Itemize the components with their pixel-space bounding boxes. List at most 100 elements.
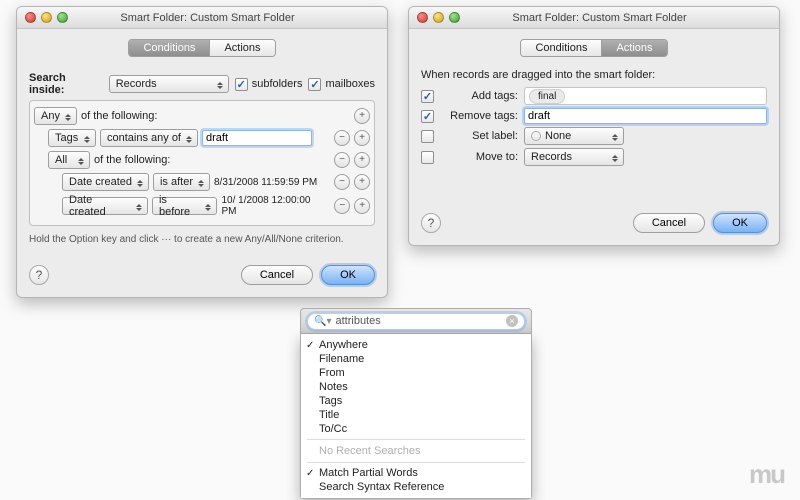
- subfolders-checkbox[interactable]: subfolders: [235, 78, 303, 91]
- watermark: mu: [749, 459, 784, 490]
- no-recent-searches: No Recent Searches: [301, 443, 531, 459]
- rules-container: Any of the following: + Tags contains an…: [29, 100, 375, 226]
- tab-actions[interactable]: Actions: [209, 40, 274, 56]
- search-scope-select[interactable]: Records: [109, 75, 229, 93]
- menu-divider: [307, 439, 525, 440]
- subfolders-label: subfolders: [252, 78, 303, 90]
- minimize-icon[interactable]: [433, 12, 444, 23]
- remove-rule-button[interactable]: −: [334, 174, 350, 190]
- move-to-checkbox[interactable]: [421, 151, 434, 164]
- rule-attr-date-select[interactable]: Date created: [62, 197, 148, 215]
- set-label-select[interactable]: None: [524, 127, 624, 145]
- group-any-select[interactable]: Any: [34, 107, 77, 125]
- menu-divider: [307, 462, 525, 463]
- rule-attr-tags-select[interactable]: Tags: [48, 129, 96, 147]
- add-tags-checkbox[interactable]: [421, 90, 434, 103]
- add-rule-button[interactable]: +: [354, 198, 370, 214]
- rule-value-tags-input[interactable]: [202, 130, 312, 146]
- remove-tags-checkbox[interactable]: [421, 110, 434, 123]
- window-title: Smart Folder: Custom Smart Folder: [68, 12, 387, 24]
- add-rule-button[interactable]: +: [354, 130, 370, 146]
- chevron-updown-icon: [610, 130, 620, 144]
- tab-conditions[interactable]: Conditions: [129, 40, 209, 56]
- scope-item-notes[interactable]: Notes: [301, 380, 531, 394]
- rule-date-after-value[interactable]: 8/31/2008 11:59:59 PM: [214, 177, 317, 188]
- scope-item-tocc[interactable]: To/Cc: [301, 422, 531, 436]
- rule-op-before-select[interactable]: is before: [152, 197, 218, 215]
- tab-conditions[interactable]: Conditions: [521, 40, 601, 56]
- set-label-checkbox[interactable]: [421, 130, 434, 143]
- ok-button[interactable]: OK: [713, 213, 767, 233]
- search-toolbar: 🔍▾ attributes ×: [300, 308, 532, 334]
- remove-tags-label: Remove tags:: [440, 110, 518, 122]
- chevron-updown-icon: [610, 151, 620, 165]
- close-icon[interactable]: [417, 12, 428, 23]
- search-icon: 🔍▾: [314, 316, 331, 327]
- label-color-swatch-icon: [531, 131, 541, 141]
- close-icon[interactable]: [25, 12, 36, 23]
- smart-folder-actions-window: Smart Folder: Custom Smart Folder Condit…: [408, 6, 780, 246]
- chevron-updown-icon: [63, 110, 73, 124]
- search-query: attributes: [335, 315, 380, 327]
- scope-item-anywhere[interactable]: Anywhere: [301, 338, 531, 352]
- rule-op-after-select[interactable]: is after: [153, 173, 210, 191]
- tab-actions[interactable]: Actions: [601, 40, 666, 56]
- chevron-updown-icon: [135, 176, 145, 190]
- add-rule-button[interactable]: +: [354, 174, 370, 190]
- rule-op-contains-select[interactable]: contains any of: [100, 129, 198, 147]
- chevron-updown-icon: [215, 78, 225, 92]
- remove-rule-button[interactable]: −: [334, 152, 350, 168]
- search-input[interactable]: 🔍▾ attributes ×: [307, 313, 525, 330]
- chevron-updown-icon: [184, 132, 194, 146]
- scope-item-tags[interactable]: Tags: [301, 394, 531, 408]
- window-titlebar: Smart Folder: Custom Smart Folder: [409, 7, 779, 29]
- help-button[interactable]: ?: [29, 265, 49, 285]
- help-button[interactable]: ?: [421, 213, 441, 233]
- move-to-label: Move to:: [440, 151, 518, 163]
- move-to-select[interactable]: Records: [524, 148, 624, 166]
- mailboxes-checkbox[interactable]: mailboxes: [308, 78, 375, 91]
- group-all-select[interactable]: All: [48, 151, 90, 169]
- zoom-icon[interactable]: [449, 12, 460, 23]
- of-following-text: of the following:: [81, 110, 157, 122]
- chevron-updown-icon: [82, 132, 92, 146]
- mailboxes-label: mailboxes: [325, 78, 375, 90]
- chevron-updown-icon: [134, 200, 144, 214]
- add-tags-label: Add tags:: [440, 90, 518, 102]
- tab-segment: Conditions Actions: [520, 39, 667, 57]
- add-rule-button[interactable]: +: [354, 152, 370, 168]
- clear-search-button[interactable]: ×: [506, 315, 518, 327]
- window-title: Smart Folder: Custom Smart Folder: [460, 12, 779, 24]
- scope-item-from[interactable]: From: [301, 366, 531, 380]
- chevron-updown-icon: [76, 154, 86, 168]
- actions-intro: When records are dragged into the smart …: [421, 69, 767, 81]
- rule-attr-date-select[interactable]: Date created: [62, 173, 149, 191]
- remove-tags-input[interactable]: [524, 108, 767, 124]
- add-rule-button[interactable]: +: [354, 108, 370, 124]
- minimize-icon[interactable]: [41, 12, 52, 23]
- window-titlebar: Smart Folder: Custom Smart Folder: [17, 7, 387, 29]
- search-inside-label: Search inside:: [29, 72, 103, 96]
- remove-rule-button[interactable]: −: [334, 130, 350, 146]
- of-following-text: of the following:: [94, 154, 170, 166]
- set-label-label: Set label:: [440, 130, 518, 142]
- cancel-button[interactable]: Cancel: [241, 265, 313, 285]
- ok-button[interactable]: OK: [321, 265, 375, 285]
- search-popover: 🔍▾ attributes × Modified /06 1:04 PM /06…: [300, 308, 532, 499]
- zoom-icon[interactable]: [57, 12, 68, 23]
- option-hint: Hold the Option key and click ··· to cre…: [29, 234, 375, 245]
- scrollbar[interactable]: [585, 346, 597, 436]
- chevron-updown-icon: [196, 176, 206, 190]
- rule-date-before-value[interactable]: 10/ 1/2008 12:00:00 PM: [221, 195, 326, 217]
- scope-item-title[interactable]: Title: [301, 408, 531, 422]
- add-tags-value[interactable]: final: [529, 89, 565, 104]
- smart-folder-conditions-window: Smart Folder: Custom Smart Folder Condit…: [16, 6, 388, 298]
- tab-segment: Conditions Actions: [128, 39, 275, 57]
- remove-rule-button[interactable]: −: [334, 198, 350, 214]
- scope-item-filename[interactable]: Filename: [301, 352, 531, 366]
- chevron-updown-icon: [203, 200, 213, 214]
- search-syntax-reference[interactable]: Search Syntax Reference: [301, 480, 531, 494]
- cancel-button[interactable]: Cancel: [633, 213, 705, 233]
- search-scope-value: Records: [116, 78, 157, 90]
- match-partial-words[interactable]: Match Partial Words: [301, 466, 531, 480]
